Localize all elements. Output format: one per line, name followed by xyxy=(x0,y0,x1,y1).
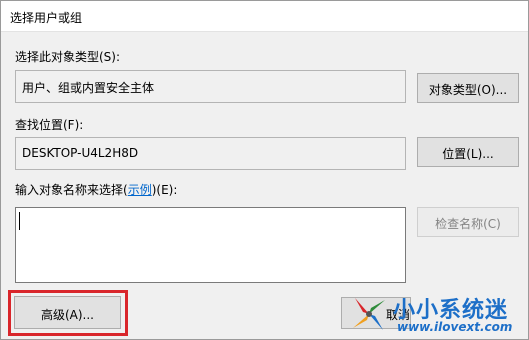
examples-link[interactable]: 示例 xyxy=(128,183,152,197)
object-names-label-suffix: )(E): xyxy=(151,183,178,197)
highlight-box xyxy=(8,290,128,336)
object-names-input[interactable] xyxy=(15,207,406,283)
location-button[interactable]: 位置(L)... xyxy=(417,137,519,167)
check-names-button[interactable]: 检查名称(C) xyxy=(417,207,519,237)
watermark: 小小系统迷 www.ilovext.com xyxy=(347,292,529,340)
location-label: 查找位置(F): xyxy=(15,118,84,132)
select-users-dialog: 选择用户或组 选择此对象类型(S): 用户、组或内置安全主体 对象类型(O)..… xyxy=(0,0,529,340)
object-types-button[interactable]: 对象类型(O)... xyxy=(417,73,519,103)
check-names-button-label: 检查名称(C) xyxy=(435,217,501,231)
title-bar: 选择用户或组 xyxy=(1,1,528,32)
object-types-field: 用户、组或内置安全主体 xyxy=(15,70,406,103)
object-types-button-label: 对象类型(O)... xyxy=(428,83,508,97)
object-types-label: 选择此对象类型(S): xyxy=(15,50,121,64)
location-field: DESKTOP-U4L2H8D xyxy=(15,137,406,170)
watermark-url: www.ilovext.com xyxy=(397,320,513,334)
object-names-label: 输入对象名称来选择(示例)(E): xyxy=(15,181,177,198)
object-names-label-prefix: 输入对象名称来选择( xyxy=(15,183,128,197)
location-value: DESKTOP-U4L2H8D xyxy=(22,146,139,160)
text-caret xyxy=(19,212,20,230)
windmill-logo-icon xyxy=(353,298,385,330)
dialog-title: 选择用户或组 xyxy=(10,11,83,25)
location-button-label: 位置(L)... xyxy=(442,147,494,161)
object-types-value: 用户、组或内置安全主体 xyxy=(22,81,155,95)
